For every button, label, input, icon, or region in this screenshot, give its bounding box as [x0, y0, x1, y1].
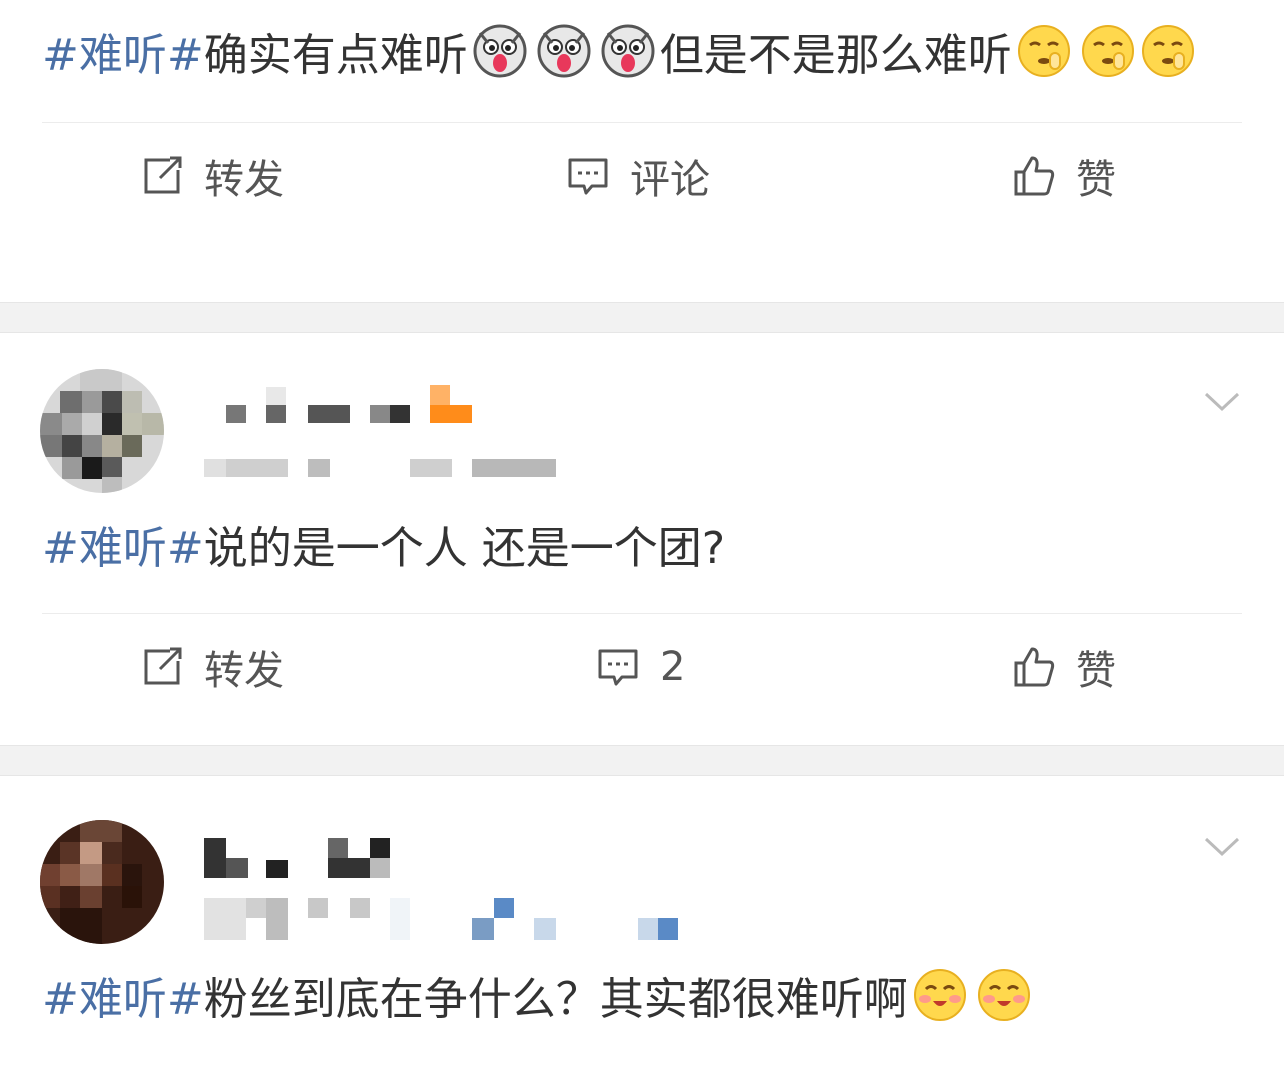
post-body: 确实有点难听 — [203, 30, 468, 81]
section-separator — [0, 745, 1284, 776]
post-text: #难听#说的是一个人 还是一个团? — [42, 513, 1242, 585]
like-button[interactable]: 赞 — [1012, 123, 1116, 229]
like-label: 赞 — [1076, 157, 1116, 203]
post-text: #难听#确实有点难听 但是不是那么难听 — [42, 20, 1242, 92]
like-label: 赞 — [1076, 648, 1116, 694]
like-button[interactable]: 赞 — [1012, 614, 1116, 720]
avatar-pixelated[interactable] — [40, 369, 164, 493]
post-body-cont: 但是不是那么难听 — [659, 30, 1012, 81]
action-bar: 转发 评论 赞 — [0, 123, 1284, 229]
comment-count: 2 — [660, 644, 686, 690]
repost-label: 转发 — [204, 157, 284, 203]
avatar-pixelated[interactable] — [40, 820, 164, 944]
comment-icon — [568, 158, 608, 195]
thumbs-up-icon — [1014, 156, 1055, 196]
post-body: 粉丝到底在争什么？其实都很难听啊 — [203, 974, 908, 1025]
post-body: 说的是一个人 还是一个团? — [203, 523, 726, 574]
hashtag-link[interactable]: #难听# — [42, 30, 204, 81]
hashtag-link[interactable]: #难听# — [42, 523, 204, 574]
husky-emoji-icon — [536, 23, 592, 79]
repost-button[interactable]: 转发 — [140, 614, 284, 720]
blush-emoji-icon — [976, 967, 1032, 1023]
hashtag-link[interactable]: #难听# — [42, 974, 204, 1025]
comment-icon — [598, 649, 638, 686]
section-separator — [0, 302, 1284, 333]
repost-label: 转发 — [204, 648, 284, 694]
shush-emoji-icon — [1080, 23, 1136, 79]
post-text: #难听#粉丝到底在争什么？其实都很难听啊 — [42, 964, 1242, 1036]
post-header — [0, 776, 1284, 954]
thumbs-up-icon — [1014, 647, 1055, 687]
chevron-down-icon[interactable] — [1204, 391, 1240, 413]
comment-button[interactable]: 2 — [596, 614, 685, 720]
post-2: #难听#说的是一个人 还是一个团? 转发 2 赞 — [0, 333, 1284, 745]
post-3: #难听#粉丝到底在争什么？其实都很难听啊 — [0, 776, 1284, 1072]
post-header — [0, 333, 1284, 513]
husky-emoji-icon — [600, 23, 656, 79]
shush-emoji-icon — [1140, 23, 1196, 79]
shush-emoji-icon — [1016, 23, 1072, 79]
action-bar: 转发 2 赞 — [0, 614, 1284, 720]
repost-icon — [144, 156, 182, 194]
repost-button[interactable]: 转发 — [140, 123, 284, 229]
comment-label: 评论 — [630, 157, 710, 203]
husky-emoji-icon — [472, 23, 528, 79]
blush-emoji-icon — [912, 967, 968, 1023]
repost-icon — [144, 647, 182, 685]
comment-button[interactable]: 评论 — [566, 123, 710, 229]
post-1: #难听#确实有点难听 但是不是那么难听 转发 评论 赞 — [0, 0, 1284, 302]
chevron-down-icon[interactable] — [1204, 836, 1240, 858]
